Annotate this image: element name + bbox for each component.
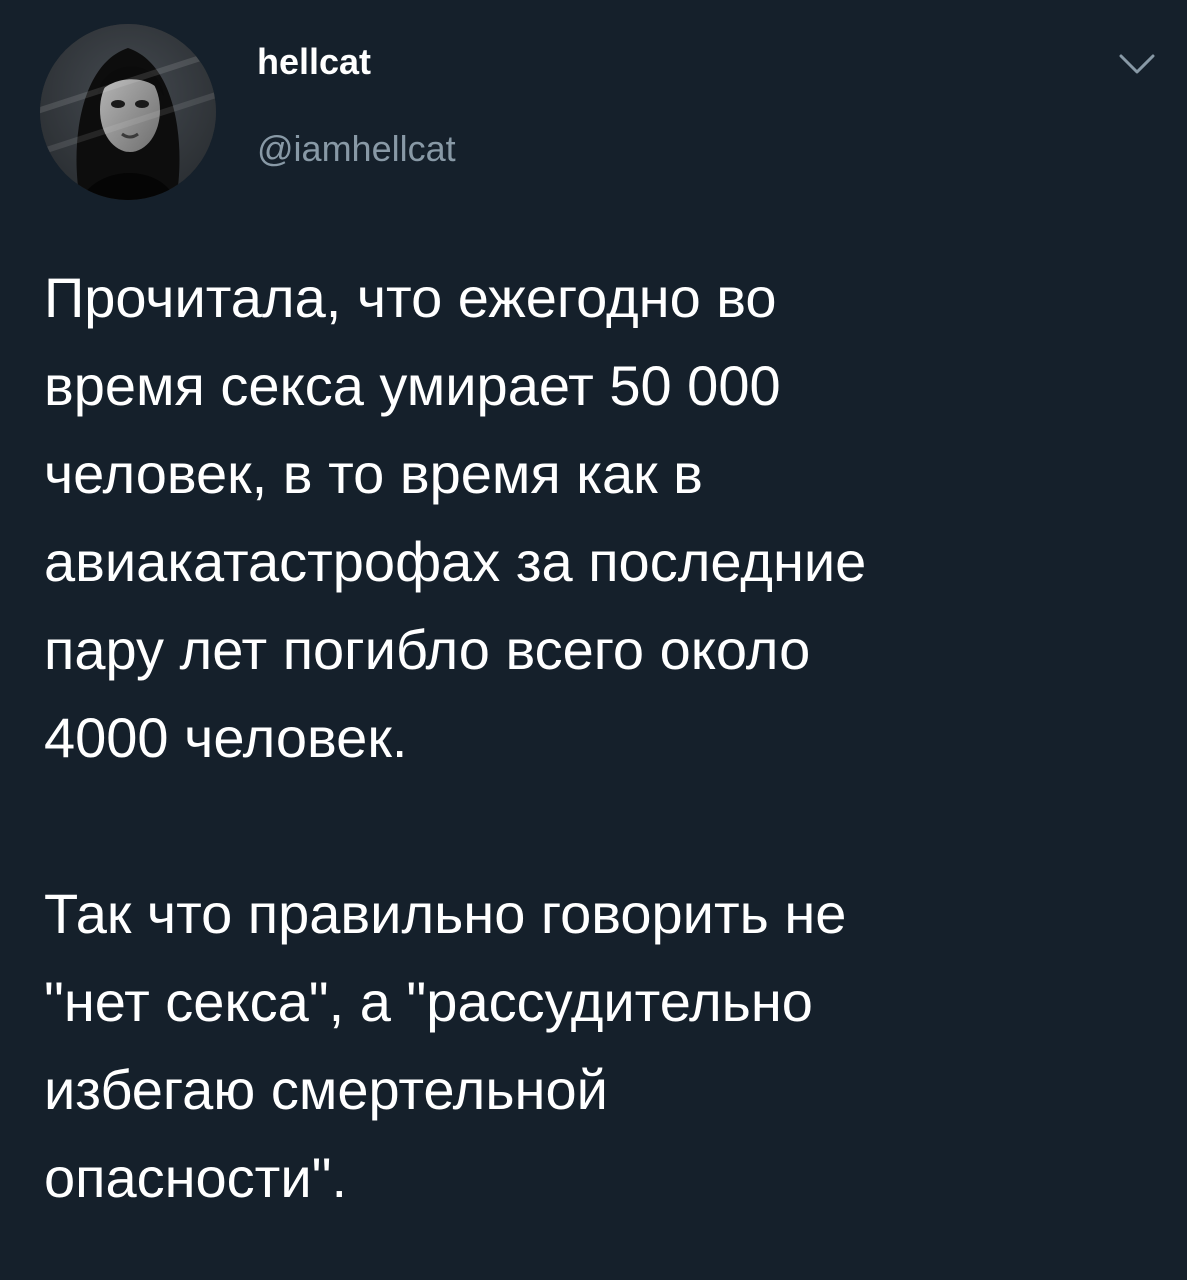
tweet-line: пару лет погибло всего около <box>44 618 811 681</box>
tweet-paragraph: Так что правильно говорить не "нет секса… <box>44 870 1154 1222</box>
tweet-line: авиакатастрофах за последние <box>44 530 867 593</box>
chevron-down-icon <box>1119 54 1155 74</box>
profile-photo-icon <box>40 24 216 200</box>
avatar[interactable] <box>40 24 216 200</box>
tweet-line: время секса умирает 50 000 <box>44 354 781 417</box>
tweet-line: Прочитала, что ежегодно во <box>44 266 777 329</box>
tweet-paragraph: Прочитала, что ежегодно во время секса у… <box>44 254 1154 782</box>
tweet-line: человек, в то время как в <box>44 442 703 505</box>
tweet-line: 4000 человек. <box>44 706 408 769</box>
user-handle[interactable]: @iamhellcat <box>257 131 456 167</box>
tweet-menu-button[interactable] <box>1118 52 1156 76</box>
tweet-line: опасности". <box>44 1146 348 1209</box>
tweet-text: Прочитала, что ежегодно во время секса у… <box>44 254 1154 1222</box>
tweet-line: избегаю смертельной <box>44 1058 608 1121</box>
tweet-line: "нет секса", а "рассудительно <box>44 970 813 1033</box>
tweet-screen: hellcat @iamhellcat Прочитала, что ежего… <box>0 0 1187 1280</box>
tweet-line: Так что правильно говорить не <box>44 882 847 945</box>
display-name[interactable]: hellcat <box>257 44 371 80</box>
